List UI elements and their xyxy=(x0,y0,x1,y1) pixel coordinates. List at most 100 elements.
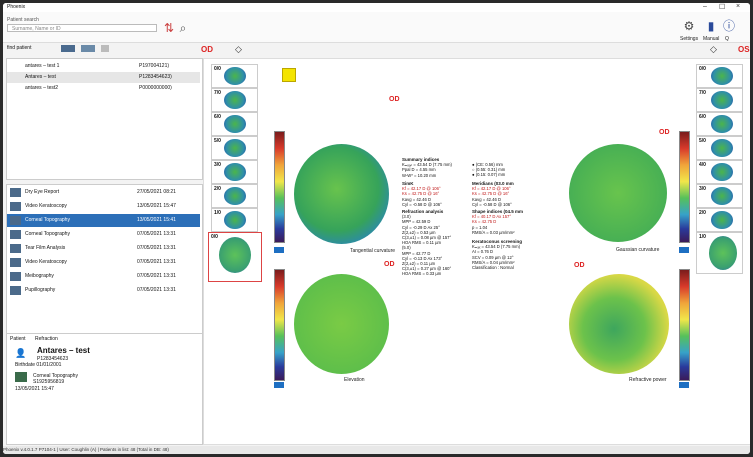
meridians-panel: Meridians (03.0 mm Kf = 42.17 D @ 106° K… xyxy=(472,181,514,207)
exam-icon xyxy=(10,188,21,197)
thumbnail[interactable]: 4/0 xyxy=(696,160,743,184)
thumbnail[interactable]: 2/0 xyxy=(211,184,258,208)
title-bar: Phoenix – ☐ × xyxy=(3,3,750,12)
simk-panel: SimK Kf = 42.17 D @ 106° Ks = 42.75 D @ … xyxy=(402,181,442,207)
thumbnail[interactable]: 5/0 xyxy=(696,136,743,160)
elevation-caption: Elevation xyxy=(344,377,365,383)
patient-row[interactable]: antares – test 1 P197004121) xyxy=(7,61,200,72)
elevation-map[interactable] xyxy=(294,274,389,374)
eye-label-od-right: OD xyxy=(659,129,670,136)
manual-icon[interactable]: ▮ xyxy=(705,20,717,32)
tangential-map[interactable] xyxy=(294,144,389,244)
refraction-analysis: Refraction analysis (3.0) MPP = 42.59 D … xyxy=(402,209,452,277)
keratoconus-screening: Keratoconus screening Kₘₐₓ = 43.54 D (7.… xyxy=(472,239,523,271)
maximize-button[interactable]: ☐ xyxy=(719,3,725,11)
exam-row[interactable]: Corneal Topography 13/05/2021 15:41 xyxy=(7,214,200,227)
exam-date: 13/05/2021 15:47 xyxy=(15,386,54,392)
search-icon[interactable]: ⌕ xyxy=(177,22,189,34)
exam-icon xyxy=(10,272,21,281)
colorbar-gaussian xyxy=(679,131,690,243)
exam-row[interactable]: Video Keratoscopy 07/05/2021 13:31 xyxy=(7,256,200,269)
secondary-toolbar: find patient xyxy=(3,43,203,55)
exam-row[interactable]: Pupillography 07/05/2021 13:31 xyxy=(7,284,200,297)
eye-os-toggle-right[interactable]: OS xyxy=(738,45,750,54)
exam-row[interactable]: Tear Film Analysis 07/05/2021 13:31 xyxy=(7,242,200,255)
thumbnail[interactable]: 3/0 xyxy=(211,160,258,184)
eye-label-od-refractive: OD xyxy=(574,262,585,269)
left-panel: antares – test 1 P197004121) Antares – t… xyxy=(6,58,203,445)
exam-thumbnail-icon xyxy=(15,372,27,382)
minimize-button[interactable]: – xyxy=(703,3,707,10)
thumbnail[interactable]: 0/0 xyxy=(696,64,743,88)
tag-icon[interactable]: ◇ xyxy=(235,44,242,55)
refractive-caption: Refractive power xyxy=(629,377,667,383)
patient-name: Antares – test xyxy=(37,346,90,355)
map-settings-icon[interactable] xyxy=(274,247,284,253)
close-button[interactable]: × xyxy=(736,3,740,10)
eye-od-toggle-left[interactable]: OD xyxy=(201,45,213,54)
app-window: Phoenix – ☐ × Patient search Surname, Na… xyxy=(3,3,750,454)
tab-patient[interactable]: Patient xyxy=(10,336,26,342)
patient-info-panel: Patient Refraction 👤 Antares – test P128… xyxy=(6,333,203,445)
colorbar-refractive xyxy=(679,269,690,381)
thumbnail[interactable]: 7/0 xyxy=(696,88,743,112)
tangential-caption: Tangential curvature xyxy=(350,248,396,254)
window-title: Phoenix xyxy=(7,4,26,10)
exam-icon xyxy=(10,286,21,295)
summary-indices: Summary indices Kₘₑₐₙ = 43.54 D (7.75 mm… xyxy=(402,157,506,178)
thumbnail[interactable]: 2/0 xyxy=(696,208,743,232)
patient-birthdate: Birthdate 01/01/2001 xyxy=(15,362,62,368)
main-pane: 0/0 7/0 6/0 5/0 3/0 2/0 1/0 0/0 OD Tange… xyxy=(203,58,750,445)
exam-delete-button[interactable] xyxy=(101,45,109,52)
thumbnail[interactable]: 5/0 xyxy=(211,136,258,160)
info-icon[interactable]: ⓘ xyxy=(723,20,735,32)
settings-label: Settings xyxy=(680,36,699,42)
tab-refraction[interactable]: Refraction xyxy=(35,336,58,342)
thumbnail[interactable]: 0/0 xyxy=(211,64,258,88)
patient-list: antares – test 1 P197004121) Antares – t… xyxy=(6,58,203,180)
sort-icon[interactable]: ⇅ xyxy=(163,22,175,34)
thumbnail[interactable]: 6/0 xyxy=(696,112,743,136)
eye-label-od: OD xyxy=(389,96,400,103)
thumbnail[interactable]: 7/0 xyxy=(211,88,258,112)
map-settings-icon[interactable] xyxy=(274,382,284,388)
eye-label-od-elevation: OD xyxy=(384,261,395,268)
settings-icon[interactable]: ⚙ xyxy=(683,20,695,32)
overflow-label: Q xyxy=(725,36,729,42)
exam-row[interactable]: Meibography 07/05/2021 13:31 xyxy=(7,270,200,283)
exam-icon xyxy=(10,202,21,211)
patient-search-label: Patient search xyxy=(7,17,39,23)
thumbnail-selected[interactable]: 0/0 xyxy=(208,232,262,282)
thumbnail[interactable]: 6/0 xyxy=(211,112,258,136)
find-patient-button[interactable]: find patient xyxy=(7,45,31,51)
exam-icon xyxy=(10,216,21,225)
manual-label: Manual xyxy=(703,36,720,42)
colorbar-tangential xyxy=(274,131,285,243)
top-toolbar: Patient search Surname, Name or ID ⇅ ⌕ ⚙… xyxy=(3,12,750,43)
exam-id: S1925956819 xyxy=(33,379,65,385)
map-settings-icon[interactable] xyxy=(679,247,689,253)
search-input[interactable]: Surname, Name or ID xyxy=(7,24,157,32)
status-bar: Phoenix v.4.0.1.7 P7104-1 | User: Coughl… xyxy=(3,446,750,454)
tag-icon-right[interactable]: ◇ xyxy=(710,44,717,55)
colorbar-elevation xyxy=(274,269,285,381)
exam-add-button[interactable] xyxy=(61,45,75,52)
shape-indices: Shape indices (04.5 mm Kf = 40.17 D Ax 1… xyxy=(472,209,524,235)
thumbnail[interactable]: 1/0 xyxy=(211,208,258,232)
thumbnail-column-left: 0/0 7/0 6/0 5/0 3/0 2/0 1/0 0/0 xyxy=(208,59,263,444)
patient-avatar-icon: 👤 xyxy=(15,348,27,358)
refractive-map[interactable] xyxy=(569,274,669,374)
exam-row[interactable]: Dry Eye Report 27/05/2021 08:21 xyxy=(7,186,200,199)
exam-icon xyxy=(10,230,21,239)
patient-row[interactable]: Antares – test P1283454623) xyxy=(7,72,200,83)
thumbnail[interactable]: 3/0 xyxy=(696,184,743,208)
map-settings-icon[interactable] xyxy=(679,382,689,388)
gaussian-map[interactable] xyxy=(569,144,667,242)
note-icon[interactable] xyxy=(282,68,296,82)
thumbnail[interactable]: 1/0 xyxy=(696,232,743,274)
exam-row[interactable]: Video Keratoscopy 13/05/2021 15:47 xyxy=(7,200,200,213)
gaussian-caption: Gaussian curvature xyxy=(616,247,660,253)
exam-row[interactable]: Corneal Topography 07/05/2021 13:31 xyxy=(7,228,200,241)
exam-edit-button[interactable] xyxy=(81,45,95,52)
patient-row[interactable]: antares – test2 P0000000000) xyxy=(7,83,200,94)
